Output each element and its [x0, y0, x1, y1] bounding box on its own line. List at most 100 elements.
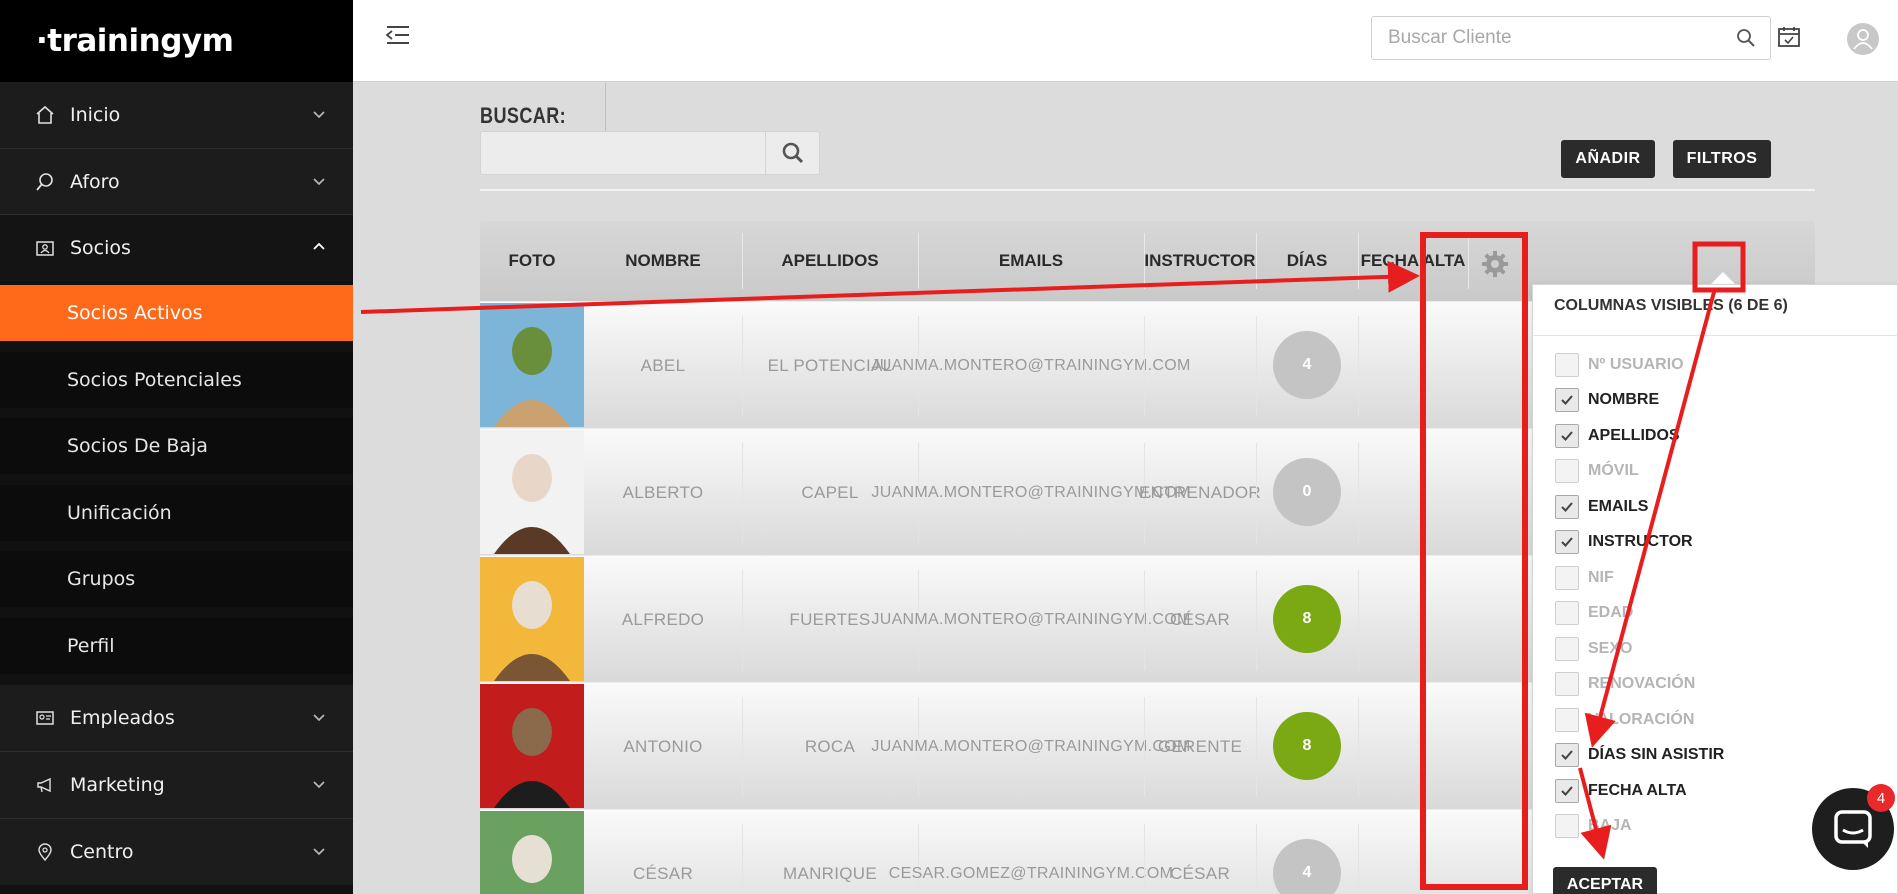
column-option[interactable]: DÍAS SIN ASISTIR [1555, 740, 1724, 770]
column-option[interactable]: NIF [1555, 563, 1614, 593]
search-icon[interactable] [1736, 28, 1756, 48]
column-header-fecha-alta[interactable]: FECHA ALTA [1358, 221, 1468, 301]
column-option[interactable]: EDAD [1555, 598, 1633, 628]
checkbox-checked[interactable] [1555, 388, 1579, 412]
divider [1256, 316, 1257, 416]
column-option-label: FECHA ALTA [1588, 782, 1687, 799]
sidebar-item-marketing[interactable]: Marketing [0, 752, 353, 818]
column-header-label: EMAILS [998, 251, 1064, 270]
member-search-box [480, 131, 820, 175]
cell-email: JUANMA.MONTERO@TRAININGYM.COM [871, 483, 1191, 501]
column-header-label: FOTO [508, 251, 556, 270]
member-photo[interactable] [480, 811, 584, 894]
column-settings-button[interactable] [1480, 249, 1510, 283]
app-frame: ·trainingym Inicio Aforo Socios Socios A… [0, 0, 1898, 894]
sidebar-item-inicio[interactable]: Inicio [0, 82, 353, 148]
sidebar-item-empleados[interactable]: Empleados [0, 685, 353, 751]
column-header-dias[interactable]: DÍAS [1256, 221, 1358, 301]
sidebar-subitem-unificacion[interactable]: Unificación [0, 485, 353, 541]
checkbox-unchecked[interactable] [1555, 459, 1579, 483]
divider [1358, 443, 1359, 543]
sidebar-subitem-grupos[interactable]: Grupos [0, 551, 353, 607]
checkbox-unchecked[interactable] [1555, 814, 1579, 838]
column-header-label: NOMBRE [625, 251, 701, 270]
chevron-down-icon [313, 848, 325, 856]
sidebar-item-socios[interactable]: Socios [0, 215, 353, 281]
menu-collapse-icon[interactable] [385, 23, 411, 47]
sidebar-item-label: Inicio [70, 104, 121, 126]
divider [1256, 443, 1257, 543]
client-search-input[interactable] [1372, 17, 1702, 59]
home-icon [34, 104, 56, 126]
sidebar-subitem-label: Socios Activos [67, 302, 203, 324]
column-option[interactable]: INSTRUCTOR [1555, 527, 1693, 557]
checkbox-checked[interactable] [1555, 743, 1579, 767]
member-photo[interactable] [480, 557, 584, 681]
column-selector-title: COLUMNAS VISIBLES (6 DE 6) [1554, 297, 1788, 314]
cell-instructor: GERENTE [1157, 736, 1243, 756]
id-card-icon [34, 237, 56, 259]
sidebar-item-label: Centro [70, 841, 134, 863]
cell-email: CESAR.GOMEZ@TRAININGYM.COM [888, 864, 1174, 882]
sidebar-subitem-socios-de-baja[interactable]: Socios De Baja [0, 418, 353, 474]
checkbox-unchecked[interactable] [1555, 353, 1579, 377]
column-option[interactable]: EMAILS [1555, 492, 1648, 522]
column-option[interactable]: MÓVIL [1555, 456, 1639, 486]
checkbox-checked[interactable] [1555, 424, 1579, 448]
checkbox-checked[interactable] [1555, 779, 1579, 803]
column-option[interactable]: RENOVACIÓN [1555, 669, 1695, 699]
checkmark-icon [1561, 786, 1573, 796]
column-option[interactable]: NOMBRE [1555, 385, 1659, 415]
divider [1256, 570, 1257, 670]
search-icon [782, 142, 803, 164]
column-header-emails[interactable]: EMAILS [918, 221, 1144, 301]
checkbox-checked[interactable] [1555, 495, 1579, 519]
column-option-label: RENOVACIÓN [1588, 675, 1696, 692]
search-button[interactable] [765, 132, 819, 174]
cell-nombre: ALBERTO [622, 482, 704, 502]
column-option[interactable]: VALORACIÓN [1555, 705, 1694, 735]
add-button-label: AÑADIR [1575, 150, 1641, 167]
column-header-nombre[interactable]: NOMBRE [584, 221, 742, 301]
days-badge: 4 [1273, 331, 1341, 399]
member-search-input[interactable] [481, 132, 771, 174]
column-option-label: BAJA [1588, 817, 1632, 834]
chevron-down-icon [313, 111, 325, 119]
checkbox-unchecked[interactable] [1555, 708, 1579, 732]
column-header-foto[interactable]: FOTO [480, 221, 584, 301]
divider [605, 83, 606, 133]
sidebar-subitem-socios-activos[interactable]: Socios Activos [0, 285, 353, 341]
checkmark-icon [1561, 502, 1573, 512]
column-header-apellidos[interactable]: APELLIDOS [742, 221, 918, 301]
column-option[interactable]: SEXO [1555, 634, 1632, 664]
sidebar-subitem-socios-potenciales[interactable]: Socios Potenciales [0, 352, 353, 408]
checkbox-unchecked[interactable] [1555, 566, 1579, 590]
accept-button[interactable]: ACEPTAR [1553, 867, 1657, 894]
search-label: BUSCAR: [480, 103, 567, 128]
column-option[interactable]: BAJA [1555, 811, 1632, 841]
sidebar-subitem-label: Perfil [67, 635, 115, 657]
sidebar-subitem-perfil[interactable]: Perfil [0, 618, 353, 674]
column-option[interactable]: APELLIDOS [1555, 421, 1680, 451]
add-button[interactable]: AÑADIR [1561, 140, 1655, 178]
cell-instructor: ENTRENADOR [1139, 482, 1262, 502]
sidebar-item-label: Empleados [70, 707, 175, 729]
column-header-instructor[interactable]: INSTRUCTOR [1144, 221, 1256, 301]
logo[interactable]: ·trainingym [0, 0, 353, 82]
calendar-check-icon[interactable] [1777, 26, 1801, 48]
column-option[interactable]: Nº USUARIO [1555, 350, 1684, 380]
column-option[interactable]: FECHA ALTA [1555, 776, 1687, 806]
days-badge: 8 [1273, 712, 1341, 780]
checkbox-checked[interactable] [1555, 530, 1579, 554]
sidebar-item-aforo[interactable]: Aforo [0, 149, 353, 215]
sidebar-item-centro[interactable]: Centro [0, 819, 353, 885]
checkbox-unchecked[interactable] [1555, 637, 1579, 661]
member-photo[interactable] [480, 303, 584, 427]
checkbox-unchecked[interactable] [1555, 601, 1579, 625]
member-photo[interactable] [480, 430, 584, 554]
cell-email: JUANMA.MONTERO@TRAININGYM.COM [871, 356, 1191, 374]
user-avatar[interactable] [1847, 23, 1879, 55]
filters-button[interactable]: FILTROS [1673, 140, 1771, 178]
checkbox-unchecked[interactable] [1555, 672, 1579, 696]
member-photo[interactable] [480, 684, 584, 808]
